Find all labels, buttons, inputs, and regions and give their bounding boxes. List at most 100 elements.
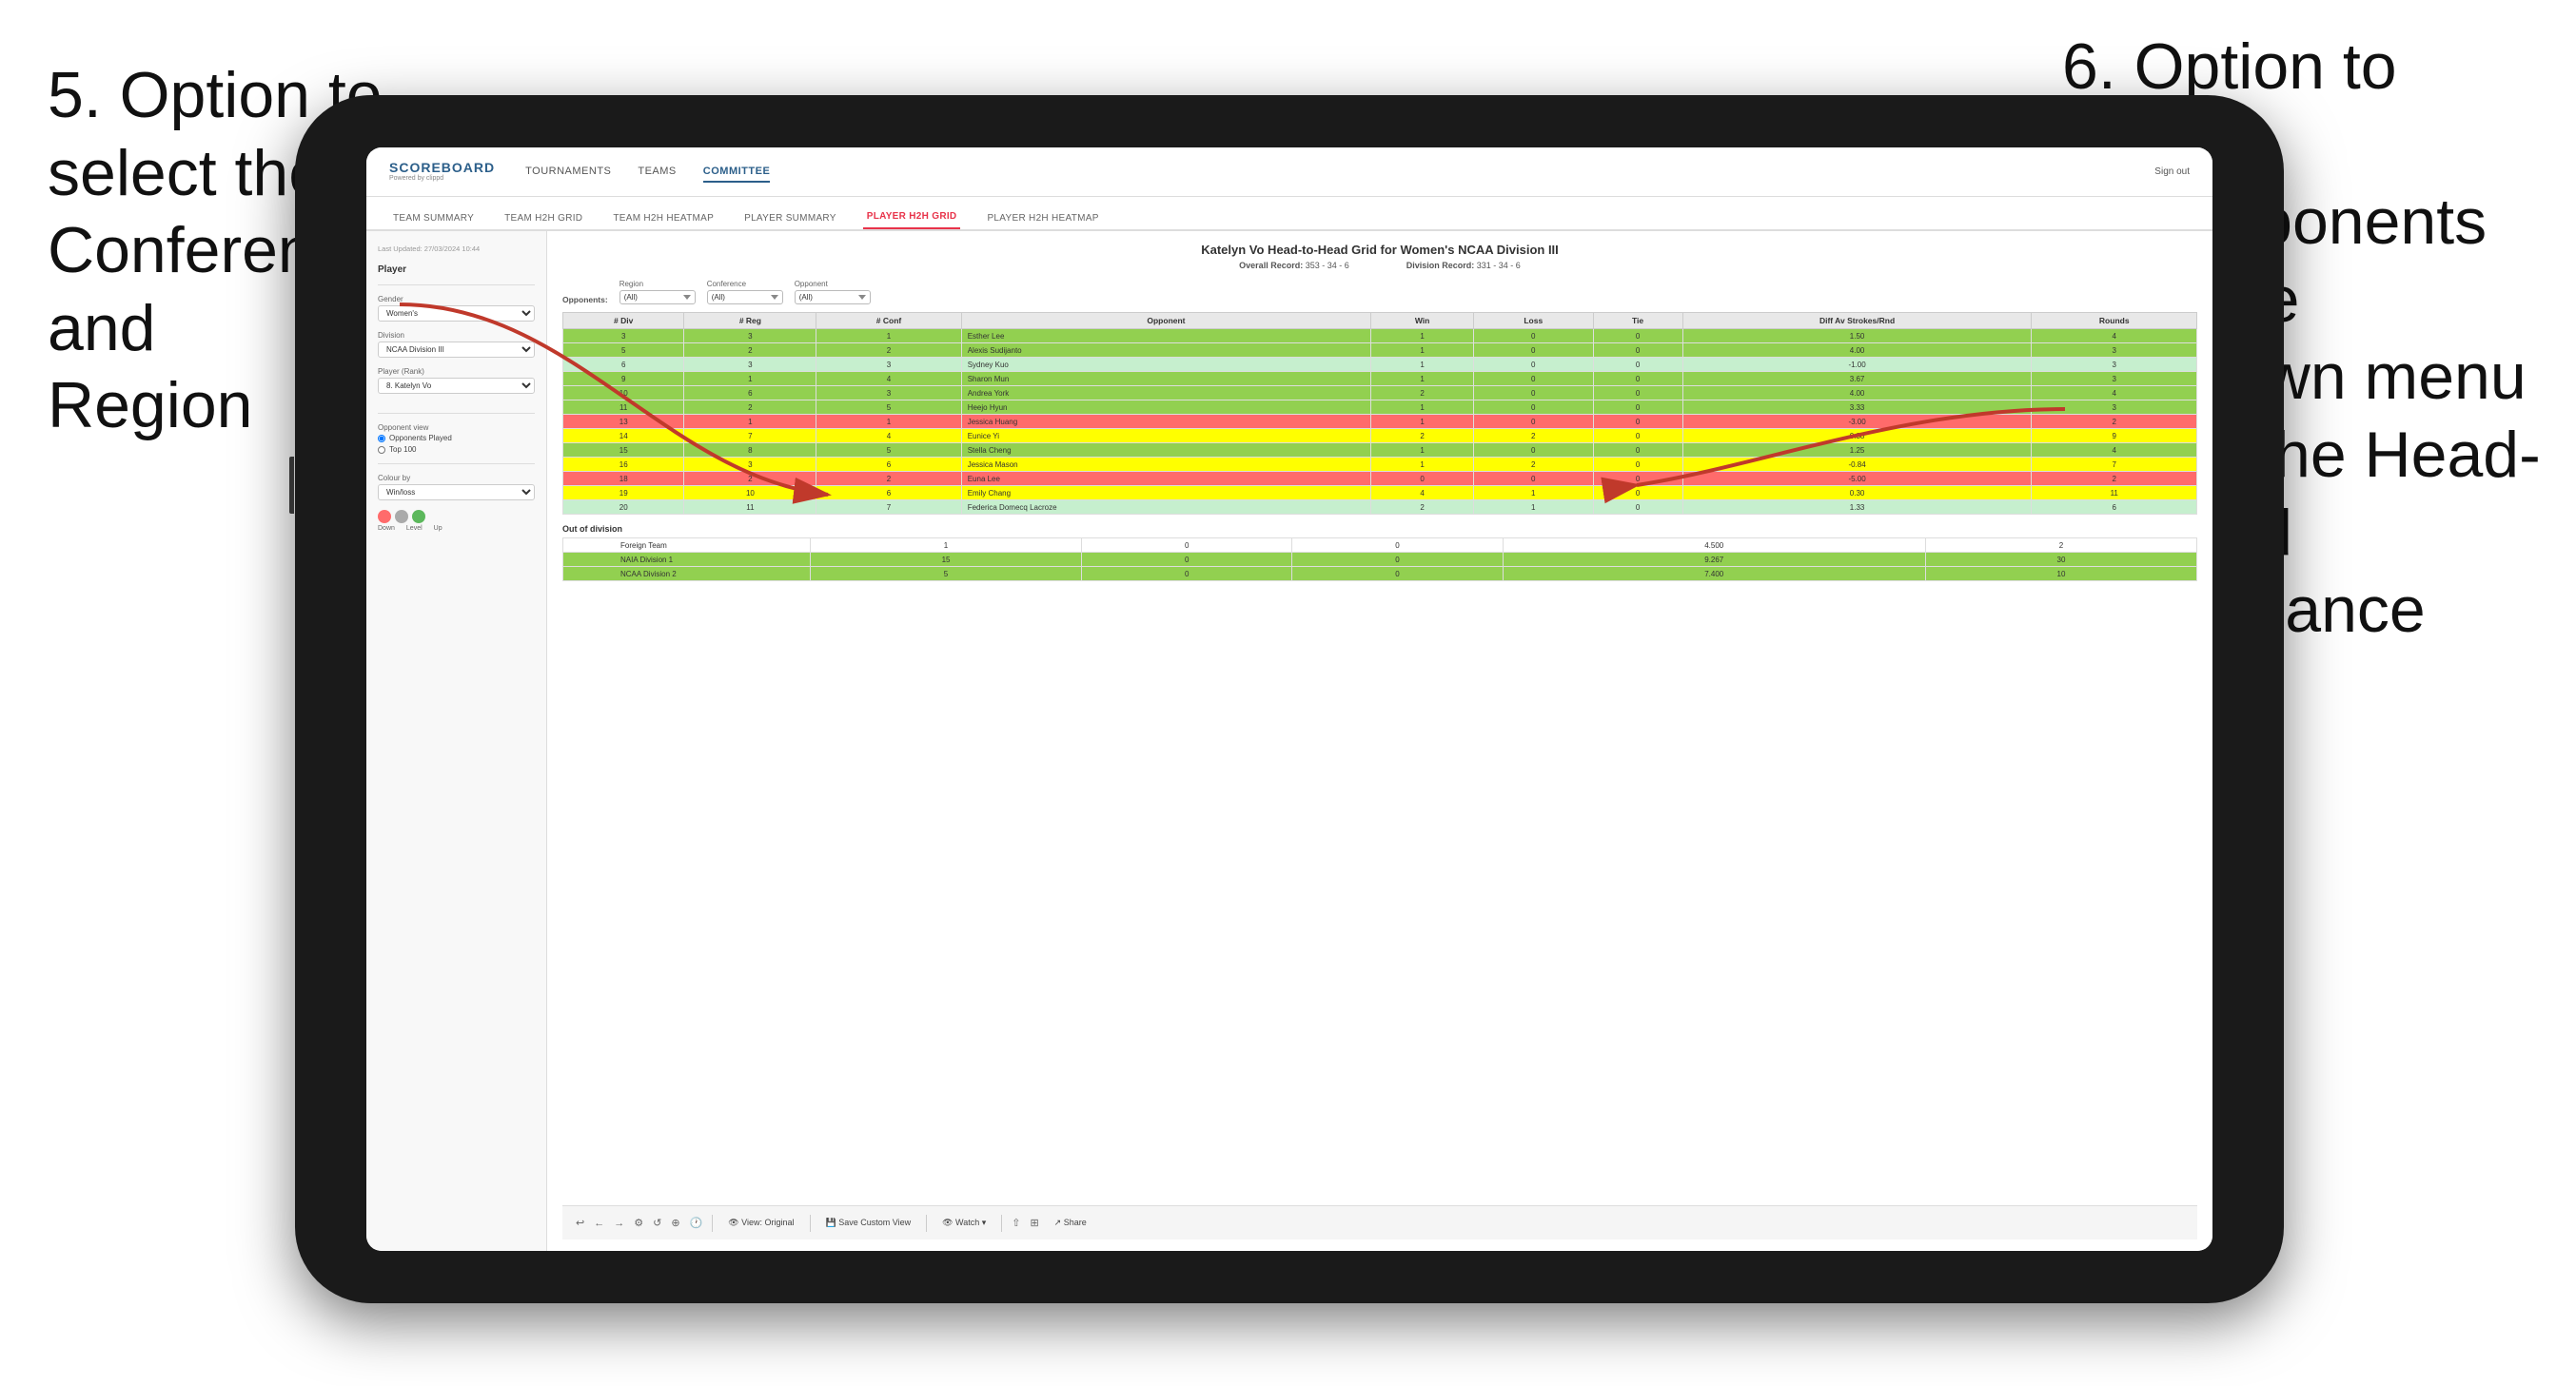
ood-tie: 0 [1292, 553, 1503, 567]
cell-conf: 4 [816, 429, 961, 443]
sub-nav-team-summary[interactable]: TEAM SUMMARY [389, 207, 478, 229]
cell-diff: -5.00 [1682, 472, 2032, 486]
nav-item-committee[interactable]: COMMITTEE [703, 162, 771, 183]
swatch-label-up: Up [434, 525, 442, 532]
player-rank-select[interactable]: 8. Katelyn Vo [378, 378, 535, 394]
gender-label: Gender [378, 295, 535, 303]
cell-diff: 4.00 [1682, 386, 2032, 400]
content-panel: Katelyn Vo Head-to-Head Grid for Women's… [547, 231, 2212, 1251]
conference-filter-group: Conference (All) [707, 280, 783, 304]
last-updated: Last Updated: 27/03/2024 10:44 [378, 244, 535, 253]
table-row: 10 6 3 Andrea York 2 0 0 4.00 4 [563, 386, 2197, 400]
cell-rounds: 2 [2032, 415, 2197, 429]
cell-diff: 0.30 [1682, 486, 2032, 500]
separator-2 [810, 1215, 811, 1232]
cell-reg: 11 [684, 500, 816, 515]
cell-reg: 6 [684, 386, 816, 400]
ood-table-row: NCAA Division 2 5 0 0 7.400 10 [563, 567, 2197, 581]
cell-conf: 6 [816, 458, 961, 472]
ood-name: NCAA Division 2 [563, 567, 811, 581]
cell-loss: 1 [1474, 486, 1593, 500]
table-row: 20 11 7 Federica Domecq Lacroze 2 1 0 1.… [563, 500, 2197, 515]
settings-icon[interactable]: ⚙ [634, 1217, 643, 1229]
cell-loss: 0 [1474, 343, 1593, 358]
cell-reg: 10 [684, 486, 816, 500]
data-table-wrapper: # Div # Reg # Conf Opponent Win Loss Tie… [562, 312, 2197, 1205]
opponent-label: Opponent [795, 280, 871, 288]
sub-nav-player-h2h-grid[interactable]: PLAYER H2H GRID [863, 205, 961, 229]
cell-opponent: Sydney Kuo [961, 358, 1370, 372]
crop-icon[interactable]: ⊕ [671, 1217, 679, 1229]
cell-conf: 2 [816, 472, 961, 486]
sidebar: Last Updated: 27/03/2024 10:44 Player Ge… [366, 231, 547, 1251]
refresh-icon[interactable]: ↺ [653, 1217, 661, 1229]
opponents-filter-label: Opponents: [562, 295, 608, 304]
main-data-table: # Div # Reg # Conf Opponent Win Loss Tie… [562, 312, 2197, 515]
share-btn[interactable]: ↗ Share [1049, 1216, 1092, 1230]
cell-tie: 0 [1593, 415, 1682, 429]
table-row: 18 2 2 Euna Lee 0 0 0 -5.00 2 [563, 472, 2197, 486]
record-row: Overall Record: 353 - 34 - 6 Division Re… [562, 261, 2197, 270]
grid-icon[interactable]: ⊞ [1030, 1217, 1038, 1229]
cell-win: 1 [1371, 415, 1474, 429]
top-nav: SCOREBOARD Powered by clippd TOURNAMENTS… [366, 147, 2212, 197]
region-select[interactable]: (All) [619, 290, 696, 304]
sign-out-link[interactable]: Sign out [2154, 166, 2190, 177]
cell-opponent: Stella Cheng [961, 443, 1370, 458]
cell-opponent: Heejo Hyun [961, 400, 1370, 415]
cell-div: 10 [563, 386, 684, 400]
nav-item-teams[interactable]: TEAMS [638, 162, 676, 183]
cell-rounds: 4 [2032, 443, 2197, 458]
cell-conf: 3 [816, 358, 961, 372]
opponent-view-label: Opponent view [378, 423, 535, 432]
opponent-select[interactable]: (All) [795, 290, 871, 304]
cell-win: 2 [1371, 429, 1474, 443]
ood-name: Foreign Team [563, 538, 811, 553]
division-select[interactable]: NCAA Division III NCAA Division I NCAA D… [378, 342, 535, 358]
radio-top-100[interactable]: Top 100 [378, 445, 535, 454]
sub-nav-player-h2h-heatmap[interactable]: PLAYER H2H HEATMAP [983, 207, 1102, 229]
radio-opponents-played[interactable]: Opponents Played [378, 434, 535, 442]
cell-diff: 3.67 [1682, 372, 2032, 386]
cell-win: 1 [1371, 329, 1474, 343]
save-custom-view-btn[interactable]: 💾 Save Custom View [820, 1216, 917, 1230]
sub-nav-team-h2h-heatmap[interactable]: TEAM H2H HEATMAP [609, 207, 718, 229]
cell-tie: 0 [1593, 458, 1682, 472]
ood-win: 5 [811, 567, 1082, 581]
cell-loss: 0 [1474, 443, 1593, 458]
conference-select[interactable]: (All) [707, 290, 783, 304]
cell-diff: 0.38 [1682, 429, 2032, 443]
cell-tie: 0 [1593, 486, 1682, 500]
cell-diff: 4.00 [1682, 343, 2032, 358]
forward-icon[interactable]: → [614, 1218, 624, 1229]
cell-reg: 1 [684, 415, 816, 429]
bottom-toolbar: ↩ ← → ⚙ ↺ ⊕ 🕐 👁 View: Original 💾 Save Cu… [562, 1205, 2197, 1240]
cell-reg: 2 [684, 343, 816, 358]
undo-icon[interactable]: ↩ [576, 1217, 584, 1229]
nav-right: Sign out [2154, 166, 2190, 177]
cell-rounds: 3 [2032, 400, 2197, 415]
cell-reg: 2 [684, 472, 816, 486]
nav-items: TOURNAMENTS TEAMS COMMITTEE [525, 162, 2124, 183]
cell-win: 1 [1371, 343, 1474, 358]
sub-nav-team-h2h-grid[interactable]: TEAM H2H GRID [501, 207, 586, 229]
cell-tie: 0 [1593, 429, 1682, 443]
back-icon[interactable]: ← [594, 1218, 604, 1229]
sub-nav-player-summary[interactable]: PLAYER SUMMARY [740, 207, 840, 229]
upload-icon[interactable]: ⇧ [1012, 1217, 1020, 1229]
region-filter-group: Region (All) [619, 280, 696, 304]
colour-by-select[interactable]: Win/loss [378, 484, 535, 500]
cell-div: 20 [563, 500, 684, 515]
view-original-btn[interactable]: 👁 View: Original [722, 1216, 799, 1230]
clock-icon[interactable]: 🕐 [690, 1217, 703, 1229]
cell-loss: 0 [1474, 472, 1593, 486]
color-swatches [378, 510, 535, 523]
cell-rounds: 3 [2032, 358, 2197, 372]
watch-btn[interactable]: 👁 Watch ▾ [936, 1216, 992, 1230]
ood-loss: 0 [1082, 553, 1292, 567]
tablet-side-button [289, 457, 294, 514]
cell-conf: 5 [816, 443, 961, 458]
gender-select[interactable]: Women's Men's [378, 305, 535, 322]
nav-item-tournaments[interactable]: TOURNAMENTS [525, 162, 611, 183]
out-of-division-table: Foreign Team 1 0 0 4.500 2 NAIA Division… [562, 537, 2197, 581]
